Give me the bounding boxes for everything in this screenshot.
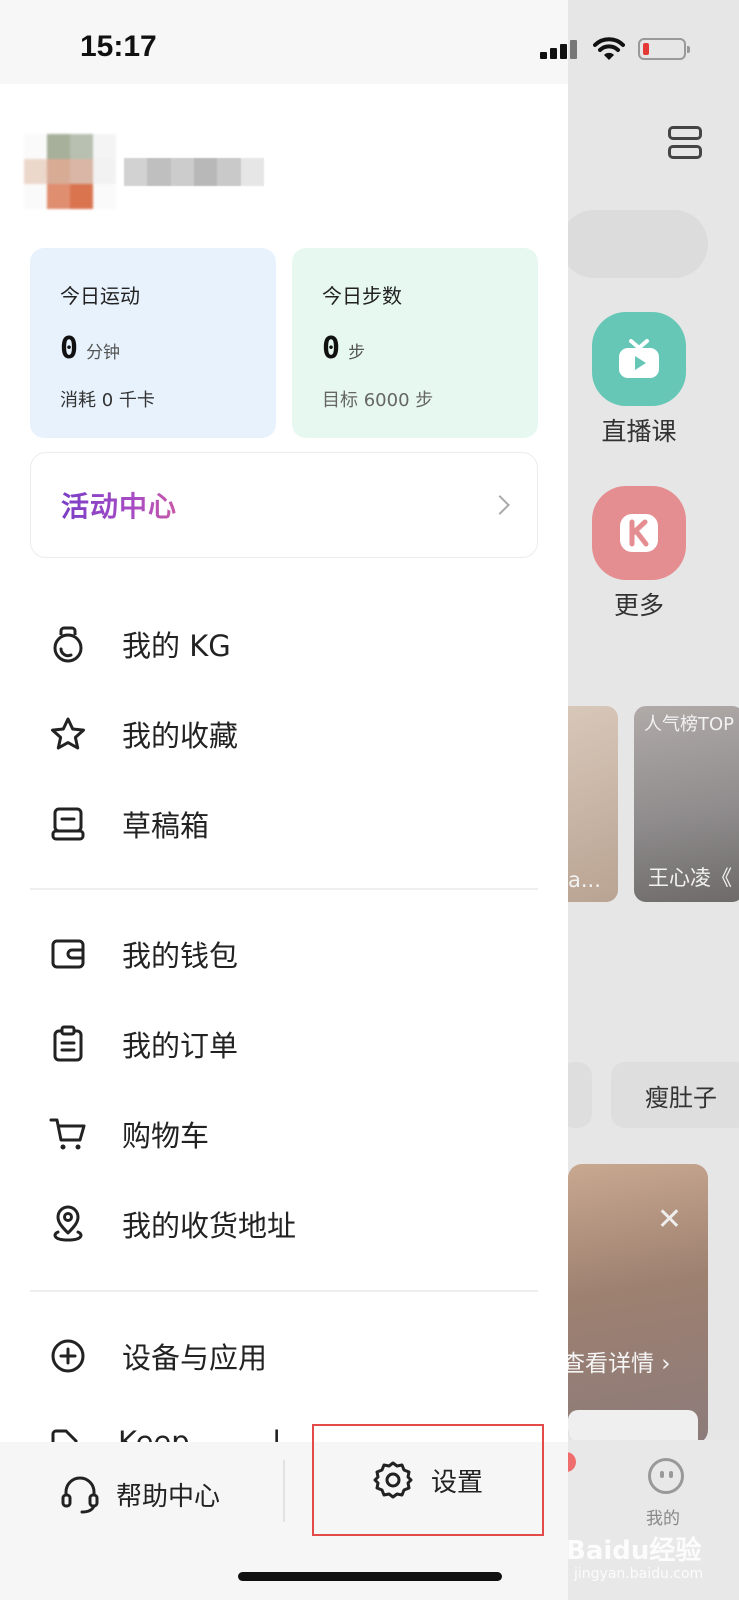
settings-label: 设置 [430, 1467, 483, 1498]
course-card[interactable]: 人气榜TOP 王心凌《 [634, 706, 739, 902]
star-icon [48, 714, 88, 754]
drafts-icon [48, 804, 88, 844]
menu-label: 我的订单 [122, 1029, 239, 1063]
bar-divider [283, 1460, 285, 1522]
more-label: 更多 [613, 591, 664, 620]
menu-item-devices[interactable]: 设备与应用 [48, 1316, 548, 1396]
live-class-tile[interactable] [592, 312, 686, 406]
wifi-icon [593, 37, 625, 60]
menu-label: 我的收藏 [122, 719, 239, 753]
menu-label: 我的 KG [122, 629, 231, 663]
chevron-right-icon [490, 495, 510, 515]
avatar[interactable] [24, 134, 116, 210]
profile-face-icon[interactable] [648, 1458, 684, 1494]
menu-item-cart[interactable]: 购物车 [48, 1094, 548, 1174]
today-steps-card[interactable]: 今日步数 0 步 目标 6000 步 [292, 248, 538, 438]
username-blurred [124, 158, 264, 186]
home-indicator [238, 1572, 502, 1581]
today-sport-title: 今日运动 [60, 284, 140, 308]
menu-item-partial[interactable]: Keep l [48, 1424, 348, 1444]
user-profile[interactable] [24, 134, 264, 210]
k-logo-icon [620, 514, 658, 552]
steps-goal: 目标 6000 步 [322, 390, 434, 411]
menu-label: 设备与应用 [122, 1341, 268, 1375]
today-sport-value: 0 [60, 331, 79, 366]
today-steps-title: 今日步数 [322, 284, 402, 308]
course-card-badge: 人气榜TOP [644, 714, 735, 735]
tab-me-label[interactable]: 我的 [646, 1504, 680, 1529]
side-drawer: 今日运动 0 分钟 消耗 0 千卡 今日步数 0 步 目标 6000 步 活动中… [0, 0, 568, 1600]
plus-circle-icon [48, 1336, 88, 1376]
today-sport-unit: 分钟 [86, 343, 121, 363]
course-card-title: 王心凌《 [648, 866, 732, 890]
menu-item-orders[interactable]: 我的订单 [48, 1004, 548, 1084]
menu-label: Keep l [118, 1425, 281, 1444]
help-center-button[interactable]: 帮助中心 [60, 1462, 220, 1526]
section-divider [30, 888, 538, 890]
menu-item-wallet[interactable]: 我的钱包 [48, 914, 548, 994]
gear-icon [373, 1461, 413, 1499]
today-steps-unit: 步 [348, 343, 366, 363]
close-icon[interactable]: ✕ [657, 1202, 682, 1237]
settings-button[interactable]: 设置 [312, 1424, 544, 1536]
menu-label: 我的收货地址 [122, 1209, 297, 1243]
watermark: Baidu经验 [566, 1536, 702, 1566]
promo-banner[interactable]: ✕ 查看详情 › [568, 1164, 708, 1444]
location-pin-icon [48, 1204, 88, 1244]
help-center-label: 帮助中心 [116, 1481, 221, 1512]
live-class-label: 直播课 [601, 417, 677, 446]
tv-play-icon [619, 339, 659, 378]
activity-center-banner[interactable]: 活动中心 [30, 452, 538, 558]
clipboard-icon [48, 1024, 88, 1064]
more-tile[interactable] [592, 486, 686, 580]
headset-icon [61, 1476, 99, 1514]
status-bar: 15:17 [0, 0, 739, 84]
watermark-url: jingyan.baidu.com [574, 1566, 704, 1582]
activity-center-title: 活动中心 [61, 485, 177, 525]
cellular-signal-icon [540, 40, 577, 59]
menu-item-my-kg[interactable]: 我的 KG [48, 604, 548, 684]
menu-item-address[interactable]: 我的收货地址 [48, 1184, 548, 1264]
promo-footer [568, 1410, 698, 1444]
search-bar[interactable] [560, 210, 708, 278]
kettlebell-icon [48, 624, 88, 664]
promo-details-label: 查看详情 [568, 1351, 654, 1377]
cart-icon [48, 1114, 88, 1154]
section-divider [30, 1290, 538, 1292]
today-sport-card[interactable]: 今日运动 0 分钟 消耗 0 千卡 [30, 248, 276, 438]
menu-label: 购物车 [122, 1119, 210, 1153]
wallet-icon [48, 934, 88, 974]
battery-level [643, 43, 649, 55]
menu-item-drafts[interactable]: 草稿箱 [48, 784, 548, 864]
battery-icon [638, 38, 690, 60]
today-steps-value: 0 [322, 331, 341, 366]
switch-view-icon[interactable] [668, 126, 704, 162]
menu-item-favorites[interactable]: 我的收藏 [48, 694, 548, 774]
category-chip[interactable]: 瘦肚子 [611, 1062, 739, 1128]
course-card-title: a... [568, 868, 601, 892]
menu-label: 我的钱包 [122, 939, 239, 973]
menu-label: 草稿箱 [122, 809, 210, 843]
promo-details-link[interactable]: 查看详情 › [568, 1344, 671, 1378]
status-time: 15:17 [80, 30, 157, 63]
today-calories: 消耗 0 千卡 [60, 390, 155, 411]
